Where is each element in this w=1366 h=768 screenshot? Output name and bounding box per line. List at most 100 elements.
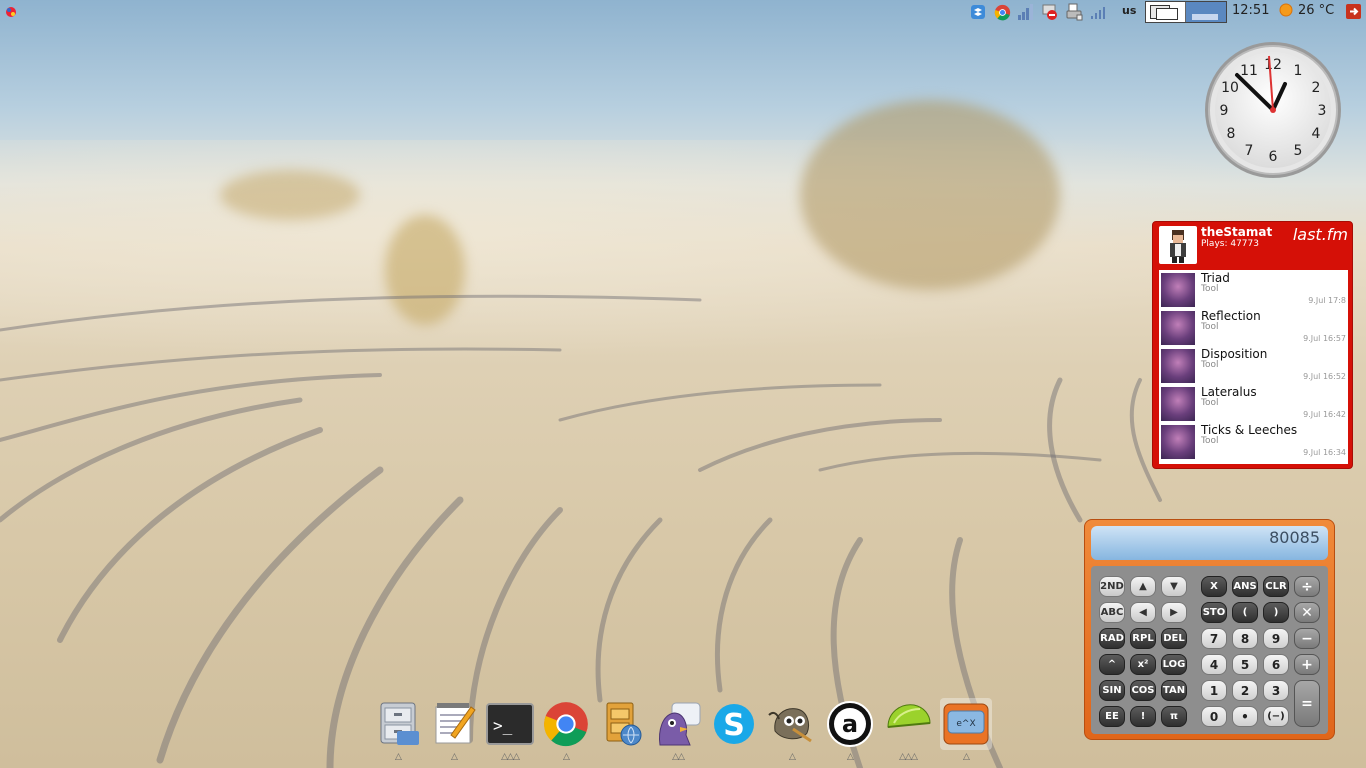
wifi-icon[interactable] <box>1088 2 1108 22</box>
key-factorial[interactable]: ! <box>1130 706 1156 727</box>
key-x[interactable]: X <box>1201 576 1227 597</box>
key-0[interactable]: 0 <box>1201 706 1227 727</box>
key-right[interactable]: ▶ <box>1161 602 1187 623</box>
key-1[interactable]: 1 <box>1201 680 1227 701</box>
list-item[interactable]: Reflection Tool 9.Jul 16:57 <box>1159 308 1348 346</box>
analog-clock-widget: 12 12 345 678 91011 <box>1205 42 1341 178</box>
key-rpl[interactable]: RPL <box>1130 628 1156 649</box>
key-log[interactable]: LOG <box>1161 654 1187 675</box>
dock-item-calculator[interactable]: e^X <box>940 698 992 750</box>
key-clr[interactable]: CLR <box>1263 576 1289 597</box>
lastfm-logo[interactable]: last.fm <box>1293 225 1348 244</box>
key-abc[interactable]: ABC <box>1099 602 1125 623</box>
track-date: 9.Jul 16:57 <box>1303 334 1346 343</box>
key-cos[interactable]: COS <box>1130 680 1156 701</box>
svg-text:9: 9 <box>1220 103 1229 119</box>
key-multiply[interactable]: ✕ <box>1294 602 1320 623</box>
album-art <box>1161 349 1195 383</box>
dock-item-limewire[interactable] <box>882 698 934 750</box>
svg-text:7: 7 <box>1245 143 1254 159</box>
track-title: Lateralus <box>1201 385 1257 399</box>
svg-text:8: 8 <box>1227 126 1236 142</box>
block-icon[interactable] <box>1040 2 1060 22</box>
key-down[interactable]: ▼ <box>1161 576 1187 597</box>
key-2[interactable]: 2 <box>1232 680 1258 701</box>
album-art <box>1161 425 1195 459</box>
key-negate[interactable]: (−) <box>1263 706 1289 727</box>
key-rad[interactable]: RAD <box>1099 628 1125 649</box>
workspace-pager[interactable] <box>1145 1 1227 23</box>
key-up[interactable]: ▲ <box>1130 576 1156 597</box>
key-divide[interactable]: ÷ <box>1294 576 1320 597</box>
album-art <box>1161 387 1195 421</box>
key-sin[interactable]: SIN <box>1099 680 1125 701</box>
key-4[interactable]: 4 <box>1201 654 1227 675</box>
key-3[interactable]: 3 <box>1263 680 1289 701</box>
system-tray <box>968 2 1112 22</box>
key-2nd[interactable]: 2ND <box>1099 576 1125 597</box>
svg-text:3: 3 <box>1318 103 1327 119</box>
dock-item-filezilla[interactable] <box>596 698 648 750</box>
track-artist: Tool <box>1201 322 1219 332</box>
key-equals[interactable]: = <box>1294 680 1320 727</box>
amarok-icon: a <box>827 701 873 747</box>
key-ee[interactable]: EE <box>1099 706 1125 727</box>
key-square[interactable]: x² <box>1130 654 1156 675</box>
lastfm-username[interactable]: theStamat <box>1201 225 1272 239</box>
key-pi[interactable]: π <box>1161 706 1187 727</box>
lastfm-avatar[interactable] <box>1159 226 1197 264</box>
track-title: Triad <box>1201 271 1230 285</box>
calculator-widget: 80085 2ND ▲ ▼ ABC ◀ ▶ RAD RPL DEL ^ x² L… <box>1084 519 1335 740</box>
dock-item-amarok[interactable]: a <box>824 698 876 750</box>
dock-item-terminal[interactable]: >_ <box>484 698 536 750</box>
logout-icon[interactable] <box>1345 3 1362 20</box>
key-sto[interactable]: STO <box>1201 602 1227 623</box>
workspace-1[interactable] <box>1146 2 1186 22</box>
key-7[interactable]: 7 <box>1201 628 1227 649</box>
file-cabinet-icon <box>380 702 419 745</box>
list-item[interactable]: Ticks & Leeches Tool 9.Jul 16:34 <box>1159 422 1348 460</box>
network-signal-icon[interactable] <box>1016 2 1036 22</box>
list-item[interactable]: Triad Tool 9.Jul 17:8 <box>1159 270 1348 308</box>
key-5[interactable]: 5 <box>1232 654 1258 675</box>
dock-item-skype[interactable]: S <box>708 698 760 750</box>
skype-icon: S <box>714 704 754 744</box>
panel-clock[interactable]: 12:51 <box>1232 3 1269 18</box>
key-left[interactable]: ◀ <box>1130 602 1156 623</box>
dropbox-icon[interactable] <box>968 2 988 22</box>
dock-item-chrome[interactable] <box>540 698 592 750</box>
gimp-icon <box>768 708 812 743</box>
calculator-display: 80085 <box>1091 526 1328 560</box>
list-item[interactable]: Lateralus Tool 9.Jul 16:42 <box>1159 384 1348 422</box>
track-title: Disposition <box>1201 347 1268 361</box>
dock-item-pidgin[interactable] <box>652 698 704 750</box>
chrome-icon[interactable] <box>992 2 1012 22</box>
list-item[interactable]: Disposition Tool 9.Jul 16:52 <box>1159 346 1348 384</box>
keyboard-layout-indicator[interactable]: us <box>1122 4 1136 17</box>
dock-item-text-editor[interactable] <box>428 698 480 750</box>
applications-menu-icon[interactable] <box>4 5 18 19</box>
key-ans[interactable]: ANS <box>1232 576 1258 597</box>
dock-item-file-manager[interactable] <box>372 698 424 750</box>
key-decimal[interactable]: • <box>1232 706 1258 727</box>
key-9[interactable]: 9 <box>1263 628 1289 649</box>
track-artist: Tool <box>1201 398 1219 408</box>
key-del[interactable]: DEL <box>1161 628 1187 649</box>
dock-item-gimp[interactable] <box>766 698 818 750</box>
key-8[interactable]: 8 <box>1232 628 1258 649</box>
svg-text:1: 1 <box>1294 63 1303 79</box>
key-right-paren[interactable]: ) <box>1263 602 1289 623</box>
key-tan[interactable]: TAN <box>1161 680 1187 701</box>
key-power[interactable]: ^ <box>1099 654 1125 675</box>
key-subtract[interactable]: − <box>1294 628 1320 649</box>
key-left-paren[interactable]: ( <box>1232 602 1258 623</box>
running-indicator: △△ <box>672 752 685 762</box>
key-6[interactable]: 6 <box>1263 654 1289 675</box>
track-artist: Tool <box>1201 360 1219 370</box>
printer-icon[interactable] <box>1064 2 1084 22</box>
track-date: 9.Jul 16:52 <box>1303 372 1346 381</box>
key-add[interactable]: + <box>1294 654 1320 675</box>
weather-widget[interactable]: 26 °C <box>1278 2 1334 18</box>
svg-text:12: 12 <box>1264 57 1282 73</box>
workspace-2[interactable] <box>1186 2 1226 22</box>
